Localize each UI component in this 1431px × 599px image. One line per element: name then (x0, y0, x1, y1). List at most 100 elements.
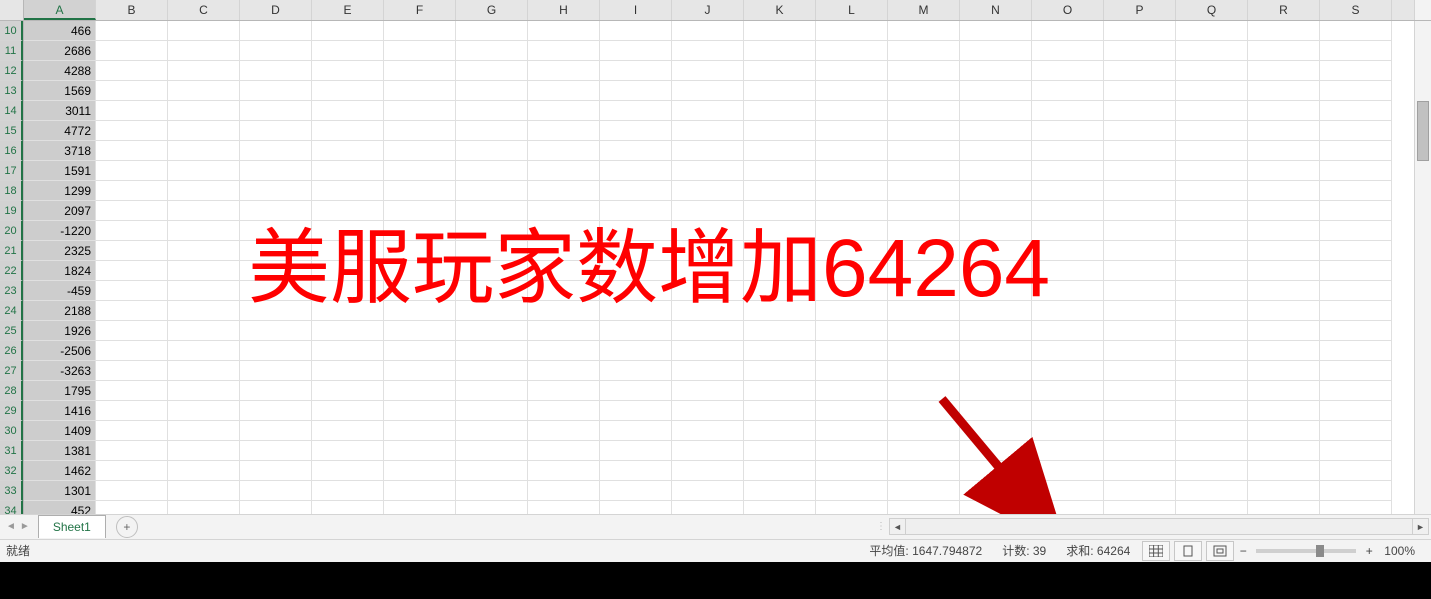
cell-I12[interactable] (600, 61, 672, 81)
cell-D32[interactable] (240, 461, 312, 481)
column-header-E[interactable]: E (312, 0, 384, 20)
cell-A15[interactable]: 4772 (24, 121, 96, 141)
cell-P26[interactable] (1104, 341, 1176, 361)
cell-J29[interactable] (672, 401, 744, 421)
cell-R34[interactable] (1248, 501, 1320, 514)
cell-R22[interactable] (1248, 261, 1320, 281)
cell-P29[interactable] (1104, 401, 1176, 421)
cell-R12[interactable] (1248, 61, 1320, 81)
cell-I15[interactable] (600, 121, 672, 141)
cell-K14[interactable] (744, 101, 816, 121)
cell-B11[interactable] (96, 41, 168, 61)
cell-R17[interactable] (1248, 161, 1320, 181)
cell-D33[interactable] (240, 481, 312, 501)
cell-Q14[interactable] (1176, 101, 1248, 121)
cell-D10[interactable] (240, 21, 312, 41)
cell-C28[interactable] (168, 381, 240, 401)
cell-O15[interactable] (1032, 121, 1104, 141)
cell-G29[interactable] (456, 401, 528, 421)
cell-K31[interactable] (744, 441, 816, 461)
cell-D15[interactable] (240, 121, 312, 141)
cell-H27[interactable] (528, 361, 600, 381)
cell-C30[interactable] (168, 421, 240, 441)
cell-H26[interactable] (528, 341, 600, 361)
cell-P27[interactable] (1104, 361, 1176, 381)
cell-S29[interactable] (1320, 401, 1392, 421)
cell-B27[interactable] (96, 361, 168, 381)
cell-Q20[interactable] (1176, 221, 1248, 241)
row-header-26[interactable]: 26 (0, 341, 23, 361)
cell-L17[interactable] (816, 161, 888, 181)
cell-O17[interactable] (1032, 161, 1104, 181)
cell-N31[interactable] (960, 441, 1032, 461)
cell-A12[interactable]: 4288 (24, 61, 96, 81)
cell-N34[interactable] (960, 501, 1032, 514)
cell-C20[interactable] (168, 221, 240, 241)
cell-G11[interactable] (456, 41, 528, 61)
cell-I10[interactable] (600, 21, 672, 41)
cell-N18[interactable] (960, 181, 1032, 201)
cell-C12[interactable] (168, 61, 240, 81)
cell-G13[interactable] (456, 81, 528, 101)
cell-A19[interactable]: 2097 (24, 201, 96, 221)
row-header-18[interactable]: 18 (0, 181, 23, 201)
cell-F34[interactable] (384, 501, 456, 514)
cell-F27[interactable] (384, 361, 456, 381)
cell-H28[interactable] (528, 381, 600, 401)
cell-J18[interactable] (672, 181, 744, 201)
row-header-24[interactable]: 24 (0, 301, 23, 321)
row-header-15[interactable]: 15 (0, 121, 23, 141)
cell-B21[interactable] (96, 241, 168, 261)
cell-P32[interactable] (1104, 461, 1176, 481)
cell-G14[interactable] (456, 101, 528, 121)
cell-N33[interactable] (960, 481, 1032, 501)
cell-P17[interactable] (1104, 161, 1176, 181)
cell-Q21[interactable] (1176, 241, 1248, 261)
cell-H18[interactable] (528, 181, 600, 201)
cell-A24[interactable]: 2188 (24, 301, 96, 321)
hscroll-track[interactable] (906, 518, 1412, 535)
tab-scroll-splitter[interactable]: ⋮ (877, 515, 883, 539)
zoom-out-button[interactable]: − (1236, 544, 1250, 558)
cell-P34[interactable] (1104, 501, 1176, 514)
cell-M30[interactable] (888, 421, 960, 441)
row-header-10[interactable]: 10 (0, 21, 23, 41)
column-header-I[interactable]: I (600, 0, 672, 20)
cell-R10[interactable] (1248, 21, 1320, 41)
cell-B10[interactable] (96, 21, 168, 41)
cell-E10[interactable] (312, 21, 384, 41)
cell-G10[interactable] (456, 21, 528, 41)
cell-A33[interactable]: 1301 (24, 481, 96, 501)
hscroll-left-icon[interactable]: ◄ (889, 518, 906, 535)
cell-D29[interactable] (240, 401, 312, 421)
cell-O30[interactable] (1032, 421, 1104, 441)
cell-A27[interactable]: -3263 (24, 361, 96, 381)
cell-B14[interactable] (96, 101, 168, 121)
cell-I17[interactable] (600, 161, 672, 181)
cell-D26[interactable] (240, 341, 312, 361)
cell-Q11[interactable] (1176, 41, 1248, 61)
cell-P21[interactable] (1104, 241, 1176, 261)
cell-E30[interactable] (312, 421, 384, 441)
zoom-level[interactable]: 100% (1384, 544, 1415, 558)
cell-O32[interactable] (1032, 461, 1104, 481)
cell-O14[interactable] (1032, 101, 1104, 121)
cell-I14[interactable] (600, 101, 672, 121)
cell-S31[interactable] (1320, 441, 1392, 461)
cell-J17[interactable] (672, 161, 744, 181)
row-header-32[interactable]: 32 (0, 461, 23, 481)
cell-S18[interactable] (1320, 181, 1392, 201)
cell-P18[interactable] (1104, 181, 1176, 201)
cell-K17[interactable] (744, 161, 816, 181)
column-header-F[interactable]: F (384, 0, 456, 20)
cell-H32[interactable] (528, 461, 600, 481)
cell-F11[interactable] (384, 41, 456, 61)
cell-S15[interactable] (1320, 121, 1392, 141)
cell-N14[interactable] (960, 101, 1032, 121)
column-header-M[interactable]: M (888, 0, 960, 20)
cell-P19[interactable] (1104, 201, 1176, 221)
column-header-G[interactable]: G (456, 0, 528, 20)
cell-A21[interactable]: 2325 (24, 241, 96, 261)
cell-L18[interactable] (816, 181, 888, 201)
cell-H25[interactable] (528, 321, 600, 341)
